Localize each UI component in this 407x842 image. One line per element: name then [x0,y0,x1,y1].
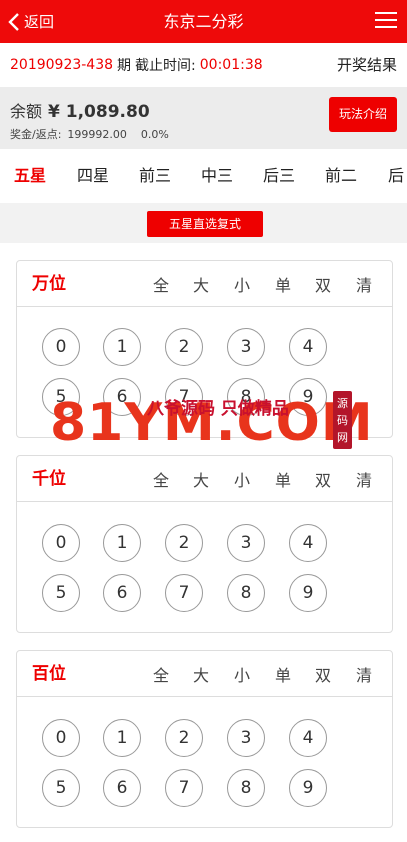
number-ball[interactable]: 9 [289,574,327,612]
number-ball[interactable]: 3 [227,719,265,757]
period-label: 期 [117,58,132,74]
position-label: 百位 [32,664,66,684]
number-ball[interactable]: 4 [289,328,327,366]
quick-odd[interactable]: 单 [275,456,291,506]
quick-big[interactable]: 大 [193,456,209,506]
number-ball[interactable]: 1 [103,328,141,366]
number-ball[interactable]: 4 [289,524,327,562]
subtype-area: 五星直选复式 [0,203,407,243]
number-ball[interactable]: 2 [165,719,203,757]
quick-clear[interactable]: 清 [356,456,372,506]
quick-even[interactable]: 双 [315,261,331,311]
quick-small[interactable]: 小 [234,456,250,506]
number-ball[interactable]: 5 [42,769,80,807]
subtype-button[interactable]: 五星直选复式 [147,211,263,237]
number-ball[interactable]: 6 [103,769,141,807]
number-ball[interactable]: 0 [42,328,80,366]
number-ball[interactable]: 3 [227,328,265,366]
tab-qianer[interactable]: 前二 [325,149,357,203]
digit-panel: 千位 全 大 小 单 双 清 0 1 2 3 4 5 6 7 8 9 [16,455,393,633]
tab-sixing[interactable]: 四星 [77,149,109,203]
number-ball[interactable]: 6 [103,574,141,612]
number-ball[interactable]: 1 [103,524,141,562]
bonus-value: 199992.00 [67,128,127,141]
countdown: 00:01:38 [199,57,263,73]
number-ball[interactable]: 4 [289,719,327,757]
number-ball[interactable]: 8 [227,574,265,612]
issue-number: 20190923-438 [10,57,114,73]
quick-clear[interactable]: 清 [356,261,372,311]
tab-housan[interactable]: 后三 [263,149,295,203]
number-ball[interactable]: 2 [165,524,203,562]
tab-houer[interactable]: 后二 [388,149,407,203]
panel-header: 万位 全 大 小 单 双 清 [17,261,392,307]
quick-small[interactable]: 小 [234,261,250,311]
number-ball[interactable]: 3 [227,524,265,562]
number-ball[interactable]: 7 [165,574,203,612]
tab-qiansan[interactable]: 前三 [139,149,171,203]
number-ball[interactable]: 8 [227,378,265,416]
issue-bar: 20190923-438 期 截止时间: 00:01:38 开奖结果 [0,43,407,87]
number-ball[interactable]: 5 [42,378,80,416]
balance-label: 余额 [10,102,43,121]
quick-all[interactable]: 全 [153,261,169,311]
quick-big[interactable]: 大 [193,651,209,701]
number-ball[interactable]: 9 [289,769,327,807]
number-ball[interactable]: 0 [42,719,80,757]
rebate-value: 0.0% [140,128,169,141]
balance-value: ¥ 1,089.80 [48,102,150,122]
quick-even[interactable]: 双 [315,456,331,506]
position-label: 千位 [32,469,66,489]
quick-even[interactable]: 双 [315,651,331,701]
quick-odd[interactable]: 单 [275,651,291,701]
number-ball[interactable]: 0 [42,524,80,562]
deadline-label: 截止时间: [135,58,196,74]
quick-big[interactable]: 大 [193,261,209,311]
page-title: 东京二分彩 [163,12,244,31]
number-ball[interactable]: 8 [227,769,265,807]
number-ball[interactable]: 1 [103,719,141,757]
balance-bar: 余额 ¥ 1,089.80 奖金/返点: 199992.00 0.0% 玩法介绍 [0,87,407,149]
number-ball[interactable]: 7 [165,769,203,807]
quick-odd[interactable]: 单 [275,261,291,311]
tab-zhongsan[interactable]: 中三 [201,149,233,203]
bonus-label: 奖金/返点: [10,128,62,141]
results-link[interactable]: 开奖结果 [337,43,397,87]
panel-header: 千位 全 大 小 单 双 清 [17,456,392,502]
panel-header: 百位 全 大 小 单 双 清 [17,651,392,697]
quick-all[interactable]: 全 [153,651,169,701]
play-type-tabs: 五星 四星 前三 中三 后三 前二 后二 [0,149,407,203]
number-ball[interactable]: 9 [289,378,327,416]
quick-clear[interactable]: 清 [356,651,372,701]
digit-panel: 百位 全 大 小 单 双 清 0 1 2 3 4 5 6 7 8 9 [16,650,393,828]
number-ball[interactable]: 5 [42,574,80,612]
rules-intro-button[interactable]: 玩法介绍 [329,97,397,132]
top-bar: 返回 东京二分彩 [0,0,407,43]
number-ball[interactable]: 6 [103,378,141,416]
number-ball[interactable]: 7 [165,378,203,416]
number-ball[interactable]: 2 [165,328,203,366]
digit-panel: 万位 全 大 小 单 双 清 0 1 2 3 4 5 6 7 8 9 [16,260,393,438]
menu-icon[interactable] [375,12,397,30]
tab-wuxing[interactable]: 五星 [14,149,46,203]
position-label: 万位 [32,274,66,294]
quick-small[interactable]: 小 [234,651,250,701]
quick-all[interactable]: 全 [153,456,169,506]
